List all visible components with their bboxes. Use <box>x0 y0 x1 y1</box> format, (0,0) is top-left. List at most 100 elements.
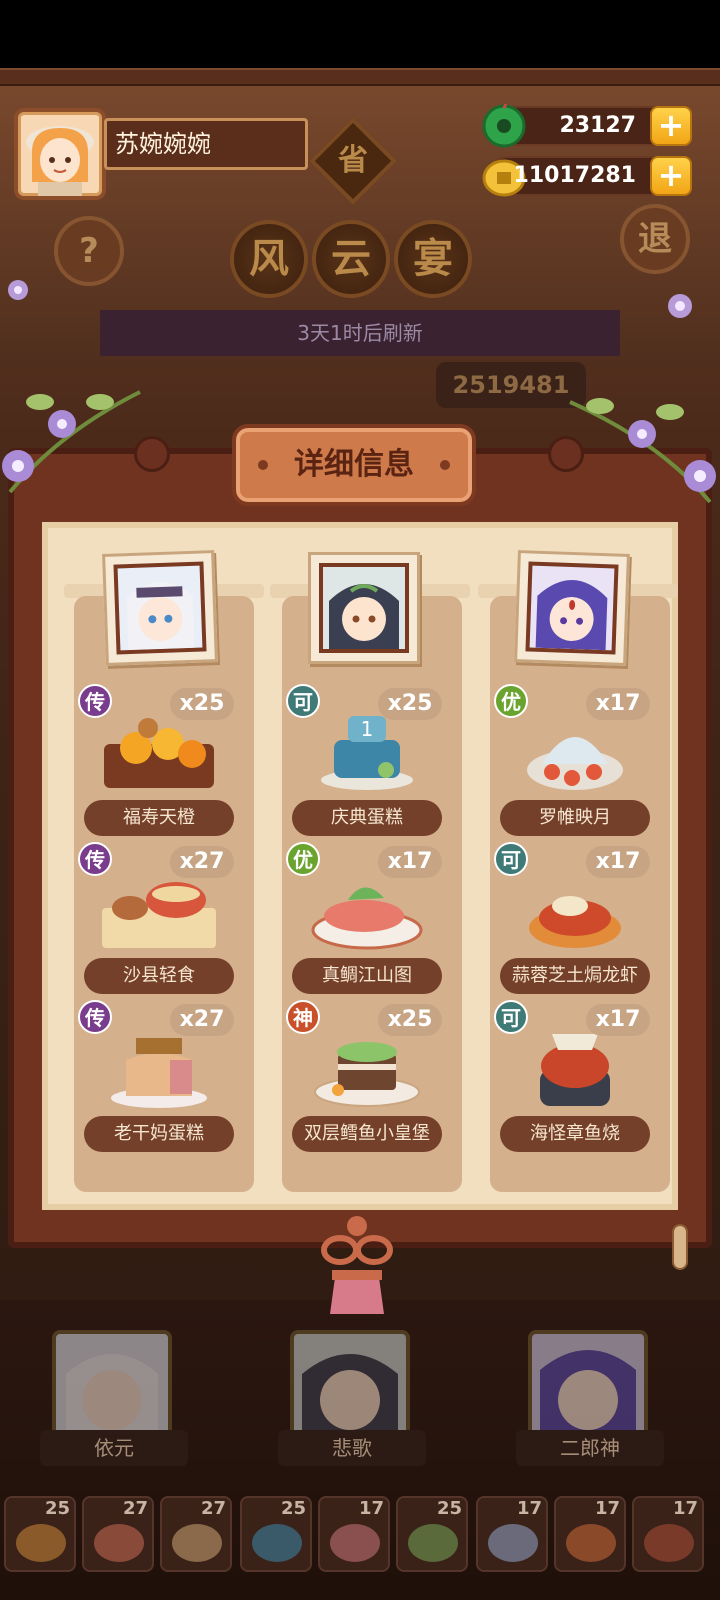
svg-text:1: 1 <box>361 717 374 741</box>
dish-card[interactable]: 优 x17 真鲷江山图 <box>286 842 442 994</box>
dish-name: 蒜蓉芝土焗龙虾 <box>500 958 650 994</box>
dish-thumbnail[interactable]: 27 <box>160 1496 232 1572</box>
dish-rarity-badge: 可 <box>286 684 320 718</box>
dish-rarity-badge: 传 <box>78 842 112 876</box>
dish-name: 真鲷江山图 <box>292 958 442 994</box>
chef-portrait-yiyuan[interactable] <box>102 550 218 666</box>
dish-thumbnail[interactable]: 17 <box>318 1496 390 1572</box>
dish-card[interactable]: 可 x17 蒜蓉芝土焗龙虾 <box>494 842 650 994</box>
dish-thumbnail[interactable]: 25 <box>4 1496 76 1572</box>
yiyuan-avatar <box>113 561 207 655</box>
dish-name: 沙县轻食 <box>84 958 234 994</box>
dish-thumbnail-count: 25 <box>280 1498 306 1519</box>
dish-card[interactable]: 传 x25 福寿天橙 <box>78 684 234 836</box>
beige-avatar <box>319 563 409 653</box>
jade-amount: 23127 <box>559 113 636 138</box>
dish-thumbnail-count: 17 <box>358 1498 384 1519</box>
vine-flowers-right-icon <box>569 398 716 504</box>
help-button[interactable]: ? <box>54 216 124 286</box>
bottom-character-yiyuan[interactable] <box>52 1330 172 1442</box>
player-avatar[interactable] <box>14 108 106 200</box>
dish-thumbnail-count: 17 <box>594 1498 620 1519</box>
dish-thumbnail[interactable]: 17 <box>554 1496 626 1572</box>
dish-thumbnail[interactable]: 17 <box>632 1496 704 1572</box>
dish-card[interactable]: 神 x25 双层鳕鱼小皇堡 <box>286 1000 442 1152</box>
dish-thumbnail-count: 17 <box>672 1498 698 1519</box>
dish-rarity-badge: 可 <box>494 1000 528 1034</box>
dish-rarity-badge: 优 <box>494 684 528 718</box>
bottom-character-beige[interactable] <box>290 1330 410 1442</box>
dish-image <box>111 1038 207 1108</box>
dish-count: x27 <box>170 1004 234 1036</box>
dish-rarity-badge: 优 <box>286 842 320 876</box>
gold-amount: 11017281 <box>513 163 636 188</box>
dish-thumbnail-count: 25 <box>44 1498 70 1519</box>
add-gold-button[interactable]: + <box>650 156 692 196</box>
add-jade-button[interactable]: + <box>650 106 692 146</box>
dish-name: 罗帷映月 <box>500 800 650 836</box>
dish-image <box>540 1034 610 1106</box>
dish-image <box>311 887 423 950</box>
event-title-char-2: 云 <box>312 220 390 298</box>
dish-thumbnail-count: 25 <box>436 1498 462 1519</box>
dish-thumbnail-count: 27 <box>200 1498 226 1519</box>
event-title-char-1: 风 <box>230 220 308 298</box>
dish-image <box>314 1042 420 1107</box>
dish-name: 海怪章鱼烧 <box>500 1116 650 1152</box>
dish-rarity-badge: 可 <box>494 842 528 876</box>
chef-portrait-beige[interactable] <box>308 552 420 664</box>
dish-thumbnail-count: 17 <box>516 1498 542 1519</box>
dish-name: 老干妈蛋糕 <box>84 1116 234 1152</box>
dish-rarity-badge: 神 <box>286 1000 320 1034</box>
header-dot-icon <box>440 460 450 470</box>
board-scroll-handle[interactable] <box>672 1224 688 1270</box>
dish-thumbnail[interactable]: 17 <box>476 1496 548 1572</box>
chef-portrait-erlangshen[interactable] <box>514 550 630 666</box>
dish-rarity-badge: 传 <box>78 1000 112 1034</box>
jade-resource: 23127 + <box>482 103 692 148</box>
gold-resource: 11017281 + <box>482 156 692 197</box>
dish-card[interactable]: 1 可 x25 庆典蛋糕 <box>286 684 442 836</box>
dish-image <box>529 896 621 948</box>
flower-decoration-icon <box>668 294 692 318</box>
bottom-character-name: 依元 <box>40 1430 188 1466</box>
dish-image <box>104 718 214 788</box>
dish-rarity-badge: 传 <box>78 684 112 718</box>
bottom-character-name: 二郎神 <box>516 1430 664 1466</box>
dish-card[interactable]: 传 x27 老干妈蛋糕 <box>78 1000 234 1152</box>
dish-count: x25 <box>378 1004 442 1036</box>
dish-thumbnail[interactable]: 27 <box>82 1496 154 1572</box>
dish-count: x25 <box>170 688 234 720</box>
detail-panel-header: 详细信息 <box>232 424 476 506</box>
dish-count: x17 <box>586 688 650 720</box>
bottom-character-name: 悲歌 <box>278 1430 426 1466</box>
dish-image <box>527 737 623 790</box>
dish-card[interactable]: 传 x27 沙县轻食 <box>78 842 234 994</box>
dish-thumbnail-count: 27 <box>122 1498 148 1519</box>
rope-knot-icon <box>548 436 584 472</box>
player-name: 苏婉婉婉 <box>104 118 308 170</box>
dish-card[interactable]: 优 x17 罗帷映月 <box>494 684 650 836</box>
dish-thumbnail[interactable]: 25 <box>240 1496 312 1572</box>
dish-thumbnail[interactable]: 25 <box>396 1496 468 1572</box>
exit-button[interactable]: 退 <box>620 204 690 274</box>
dish-image: 1 <box>321 716 413 790</box>
dish-count: x17 <box>586 1004 650 1036</box>
player-info[interactable]: 苏婉婉婉 <box>14 108 308 200</box>
dish-count: x25 <box>378 688 442 720</box>
erlangshen-avatar <box>525 561 619 655</box>
bell-ornament-icon <box>321 1216 393 1314</box>
refresh-timer: 3天1时后刷新 <box>100 310 620 356</box>
dish-name: 双层鳕鱼小皇堡 <box>292 1116 442 1152</box>
flower-decoration-icon <box>8 280 28 300</box>
dish-count: x17 <box>586 846 650 878</box>
roof-beam <box>0 68 720 86</box>
event-title-char-3: 宴 <box>394 220 472 298</box>
event-tier-text: 省 <box>338 143 368 178</box>
dish-name: 福寿天橙 <box>84 800 234 836</box>
dish-image <box>102 882 216 948</box>
bottom-character-erlangshen[interactable] <box>528 1330 648 1442</box>
detail-panel-title: 详细信息 <box>294 447 414 482</box>
dish-name: 庆典蛋糕 <box>292 800 442 836</box>
dish-card[interactable]: 可 x17 海怪章鱼烧 <box>494 1000 650 1152</box>
